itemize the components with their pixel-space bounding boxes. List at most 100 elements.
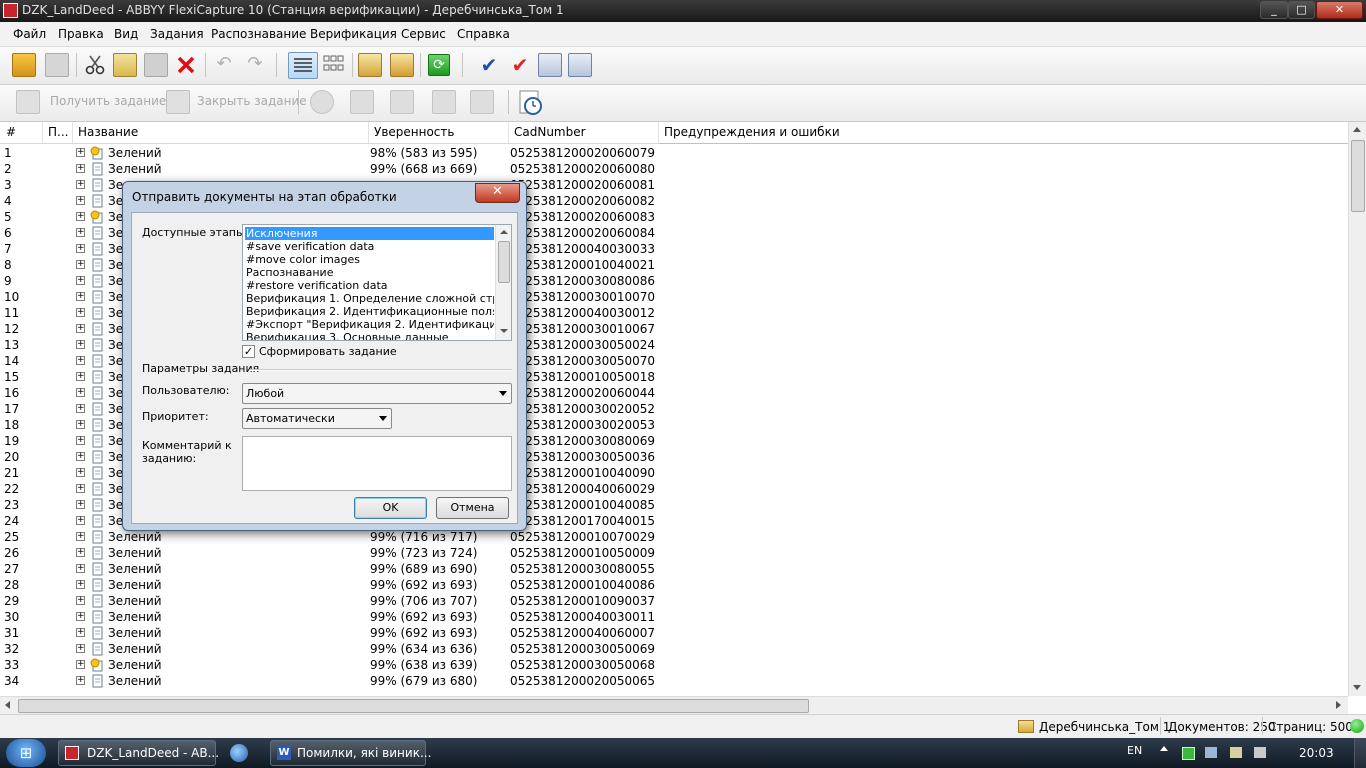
network-icon[interactable] bbox=[1205, 747, 1217, 758]
create-task-checkbox[interactable]: ✓ bbox=[242, 345, 255, 358]
expand-icon[interactable]: + bbox=[76, 388, 85, 397]
save-icon[interactable] bbox=[45, 53, 69, 77]
thumbnails-view-icon[interactable] bbox=[322, 53, 346, 77]
stage-item[interactable]: #Экспорт "Верификация 2. Идентификационн… bbox=[245, 318, 494, 331]
stages-scrollbar[interactable] bbox=[495, 225, 511, 340]
stage-item[interactable]: Распознавание bbox=[245, 266, 494, 279]
expand-icon[interactable]: + bbox=[76, 628, 85, 637]
close-task-button[interactable]: Закрыть задание bbox=[197, 94, 307, 108]
ok-button[interactable]: OK bbox=[354, 497, 427, 519]
expand-icon[interactable]: + bbox=[76, 612, 85, 621]
horizontal-scroll-thumb[interactable] bbox=[18, 699, 809, 713]
maximize-button[interactable]: □ bbox=[1288, 1, 1315, 19]
table-row[interactable]: 32 Зелений 99% (634 из 636) 052538120003005… bbox=[0, 641, 1348, 657]
timer-icon[interactable] bbox=[517, 89, 545, 117]
verify-error-icon[interactable]: ✔ bbox=[508, 53, 532, 77]
comment-textarea[interactable] bbox=[242, 436, 512, 491]
stage-item[interactable]: Исключения bbox=[245, 227, 494, 240]
app-globe-icon[interactable] bbox=[230, 744, 248, 762]
table-row[interactable]: 25 Зелений 99% (716 из 717) 052538120001007… bbox=[0, 529, 1348, 545]
stages-listbox[interactable]: Исключения #save verification data #move c… bbox=[242, 224, 512, 341]
show-desktop-button[interactable] bbox=[1354, 738, 1366, 768]
expand-icon[interactable]: + bbox=[76, 580, 85, 589]
expand-icon[interactable]: + bbox=[76, 372, 85, 381]
taskbar-app-word[interactable]: W Помилки, які виник... bbox=[270, 740, 431, 766]
open-folder-icon[interactable] bbox=[12, 53, 36, 77]
expand-icon[interactable]: + bbox=[76, 436, 85, 445]
table-row[interactable]: 26 Зелений 99% (723 из 724) 052538120001005… bbox=[0, 545, 1348, 561]
expand-icon[interactable]: + bbox=[76, 676, 85, 685]
table-row[interactable]: 28 Зелений 99% (692 из 693) 052538120001004… bbox=[0, 577, 1348, 593]
expand-icon[interactable]: + bbox=[76, 596, 85, 605]
col-p[interactable]: П... bbox=[48, 125, 68, 139]
expand-icon[interactable]: + bbox=[76, 500, 85, 509]
expand-icon[interactable]: + bbox=[76, 180, 85, 189]
expand-icon[interactable]: + bbox=[76, 244, 85, 253]
user-select[interactable]: Любой bbox=[242, 383, 512, 404]
expand-icon[interactable]: + bbox=[76, 452, 85, 461]
tray-green-icon[interactable] bbox=[1182, 747, 1195, 760]
dialog-close-button[interactable]: ✕ bbox=[475, 183, 520, 203]
minimize-button[interactable]: _ bbox=[1260, 1, 1288, 19]
expand-icon[interactable]: + bbox=[76, 468, 85, 477]
expand-icon[interactable]: + bbox=[76, 484, 85, 493]
col-confidence[interactable]: Уверенность bbox=[374, 125, 454, 139]
expand-icon[interactable]: + bbox=[76, 276, 85, 285]
table-row[interactable]: 2 Зелений 99% (668 из 669) 0525381200020060… bbox=[0, 161, 1348, 177]
col-number[interactable]: # bbox=[6, 125, 16, 139]
expand-icon[interactable]: + bbox=[76, 564, 85, 573]
menu-recognition[interactable]: Распознавание bbox=[211, 27, 306, 41]
power-icon[interactable] bbox=[1230, 747, 1242, 758]
stage-item[interactable]: #save verification data bbox=[245, 240, 494, 253]
menu-tasks[interactable]: Задания bbox=[150, 27, 204, 41]
stages-scroll-thumb[interactable] bbox=[498, 241, 510, 283]
get-task-button[interactable]: Получить задание bbox=[50, 94, 166, 108]
table-row[interactable]: 29 Зелений 99% (706 из 707) 052538120001009… bbox=[0, 593, 1348, 609]
details-view-icon[interactable] bbox=[288, 52, 318, 79]
process-icon[interactable] bbox=[350, 90, 374, 114]
lock-icon[interactable] bbox=[432, 90, 456, 114]
table-row[interactable]: 1 Зелений 98% (583 из 595) 0525381200020060… bbox=[0, 145, 1348, 161]
stage-item[interactable]: Верификация 2. Идентификационные поля bbox=[245, 305, 494, 318]
close-window-button[interactable]: ✕ bbox=[1316, 1, 1363, 19]
paste-icon[interactable] bbox=[144, 53, 168, 77]
table-row[interactable]: 30 Зелений 99% (692 из 693) 052538120004003… bbox=[0, 609, 1348, 625]
horizontal-scrollbar[interactable] bbox=[0, 696, 1348, 714]
tray-expand-icon[interactable] bbox=[1160, 746, 1168, 751]
expand-icon[interactable]: + bbox=[76, 644, 85, 653]
verify-check-icon[interactable]: ✔ bbox=[477, 53, 501, 77]
settings-gear-icon[interactable] bbox=[310, 90, 334, 114]
expand-icon[interactable]: + bbox=[76, 404, 85, 413]
receive-from-stage-icon[interactable] bbox=[568, 53, 592, 77]
batch-icon[interactable] bbox=[358, 53, 382, 77]
taskbar-app-flexicapture[interactable]: DZK_LandDeed - AB... bbox=[58, 740, 219, 766]
expand-icon[interactable]: + bbox=[76, 308, 85, 317]
table-row[interactable]: 27 Зелений 99% (689 из 690) 052538120003008… bbox=[0, 561, 1348, 577]
expand-icon[interactable]: + bbox=[76, 356, 85, 365]
expand-icon[interactable]: + bbox=[76, 260, 85, 269]
redo-icon[interactable]: ↷ bbox=[243, 53, 267, 77]
expand-icon[interactable]: + bbox=[76, 532, 85, 541]
document-set-icon[interactable] bbox=[390, 53, 414, 77]
expand-icon[interactable]: + bbox=[76, 292, 85, 301]
menu-verification[interactable]: Верификация bbox=[310, 27, 397, 41]
priority-select[interactable]: Автоматически bbox=[242, 408, 392, 429]
col-warnings[interactable]: Предупреждения и ошибки bbox=[664, 125, 840, 139]
table-row[interactable]: 31 Зелений 99% (692 из 693) 052538120004006… bbox=[0, 625, 1348, 641]
cut-icon[interactable] bbox=[83, 53, 107, 77]
clock[interactable]: 20:03 bbox=[1299, 746, 1334, 760]
rotate-icon[interactable] bbox=[390, 90, 414, 114]
menu-help[interactable]: Справка bbox=[457, 27, 510, 41]
expand-icon[interactable]: + bbox=[76, 420, 85, 429]
send-to-stage-icon[interactable] bbox=[538, 53, 562, 77]
expand-icon[interactable]: + bbox=[76, 196, 85, 205]
menu-service[interactable]: Сервис bbox=[401, 27, 446, 41]
vertical-scroll-thumb[interactable] bbox=[1351, 140, 1365, 212]
expand-icon[interactable]: + bbox=[76, 324, 85, 333]
start-button[interactable]: ⊞ bbox=[6, 739, 46, 767]
expand-icon[interactable]: + bbox=[76, 164, 85, 173]
cancel-button[interactable]: Отмена bbox=[436, 497, 509, 519]
undo-icon[interactable]: ↶ bbox=[212, 53, 236, 77]
stage-item[interactable]: #move color images bbox=[245, 253, 494, 266]
table-row[interactable]: 33 Зелений 99% (638 из 639) 052538120003005… bbox=[0, 657, 1348, 673]
